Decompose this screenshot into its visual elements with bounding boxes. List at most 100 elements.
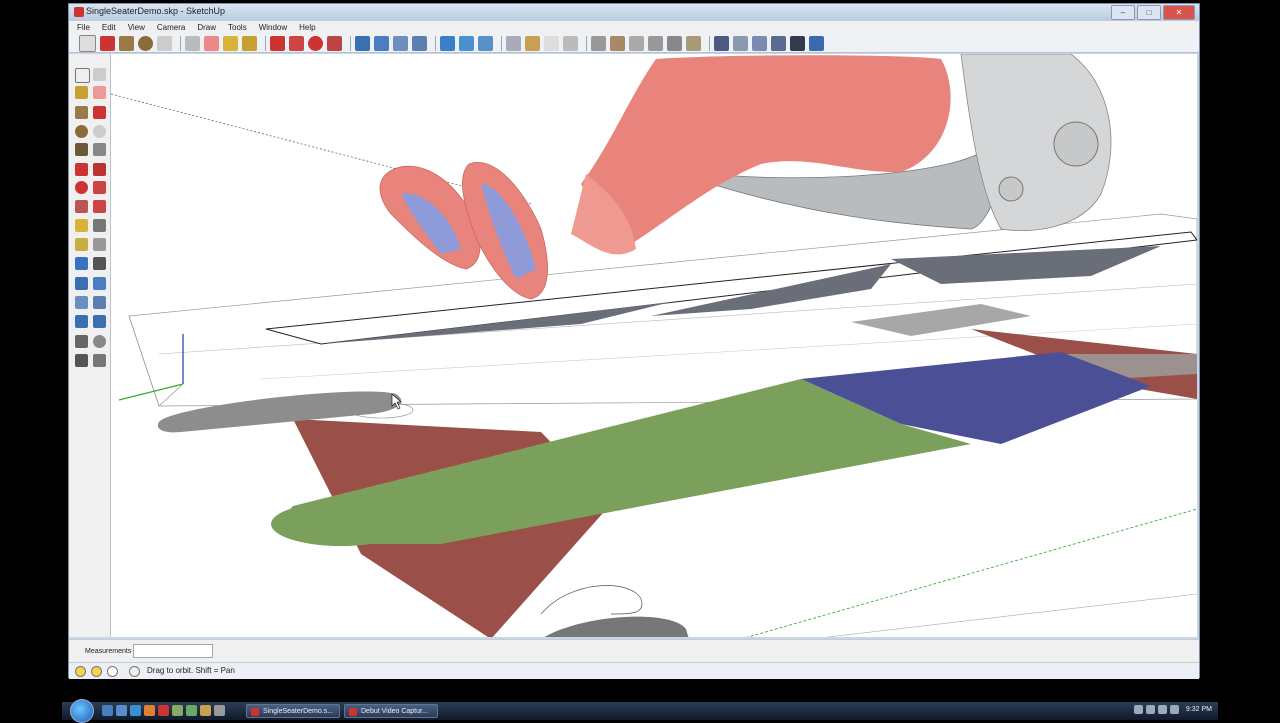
app-quicklaunch-icon[interactable]: [186, 705, 197, 716]
taskbar-item-debut[interactable]: Debut Video Captur...: [344, 704, 438, 718]
taskbar-item-sketchup[interactable]: SingleSeaterDemo.s...: [246, 704, 340, 718]
maximize-button[interactable]: □: [1137, 5, 1161, 20]
push-pull-tool-icon[interactable]: [93, 163, 106, 176]
circle-icon[interactable]: [75, 125, 88, 138]
menu-tools[interactable]: Tools: [228, 23, 247, 32]
select-icon[interactable]: [75, 68, 90, 83]
app-quicklaunch-icon[interactable]: [172, 705, 183, 716]
iso-view-icon[interactable]: [591, 35, 606, 51]
section-plane-icon[interactable]: [93, 354, 106, 367]
georeference-icon[interactable]: [75, 666, 86, 677]
switch-windows-icon[interactable]: [116, 705, 127, 716]
app-quicklaunch-icon[interactable]: [214, 705, 225, 716]
next-view-icon[interactable]: [93, 315, 106, 328]
move-tool-icon[interactable]: [289, 35, 304, 51]
system-clock[interactable]: 9:32 PM: [1186, 706, 1212, 713]
walk-icon[interactable]: [75, 354, 88, 367]
monochrome-icon[interactable]: [790, 35, 805, 51]
rectangle-icon[interactable]: [75, 106, 88, 119]
dimension-icon[interactable]: [93, 219, 106, 232]
close-button[interactable]: ✕: [1163, 5, 1195, 20]
right-view-icon[interactable]: [648, 35, 663, 51]
model-viewport[interactable]: [111, 54, 1197, 637]
paint-icon[interactable]: [75, 86, 88, 99]
arc-icon[interactable]: [93, 125, 106, 138]
paint-bucket-icon[interactable]: [242, 35, 257, 51]
tape-measure-icon[interactable]: [223, 35, 238, 51]
previous-view-icon[interactable]: [75, 315, 88, 328]
menu-edit[interactable]: Edit: [102, 23, 116, 32]
start-button[interactable]: [70, 699, 94, 723]
offset-icon[interactable]: [93, 200, 106, 213]
pan-icon[interactable]: [93, 277, 106, 290]
polygon-icon[interactable]: [75, 143, 88, 156]
freehand-icon[interactable]: [93, 143, 106, 156]
get-models-icon[interactable]: [440, 35, 455, 51]
select-tool-icon[interactable]: [79, 34, 96, 52]
zoom-extents-icon[interactable]: [412, 35, 427, 51]
wireframe-icon[interactable]: [563, 35, 578, 51]
browser-icon[interactable]: [130, 705, 141, 716]
eraser-icon[interactable]: [93, 86, 106, 99]
menu-camera[interactable]: Camera: [157, 23, 185, 32]
line-tool-icon[interactable]: [100, 35, 115, 51]
zoom-window-icon[interactable]: [93, 296, 106, 309]
protractor-icon[interactable]: [75, 238, 88, 251]
front-view-icon[interactable]: [629, 35, 644, 51]
network-icon[interactable]: [1145, 705, 1155, 714]
zoom-tool-icon[interactable]: [393, 35, 408, 51]
axes-icon[interactable]: [75, 257, 88, 270]
pan-tool-icon[interactable]: [374, 35, 389, 51]
3d-scene[interactable]: [111, 54, 1197, 637]
menu-file[interactable]: File: [77, 23, 90, 32]
orbit-icon[interactable]: [75, 277, 88, 290]
rectangle-tool-icon[interactable]: [119, 35, 134, 51]
menu-help[interactable]: Help: [299, 23, 315, 32]
top-view-icon[interactable]: [610, 35, 625, 51]
orbit-tool-icon[interactable]: [355, 35, 370, 51]
display-mode-icon[interactable]: [714, 35, 729, 51]
line-icon[interactable]: [93, 106, 106, 119]
media-icon[interactable]: [144, 705, 155, 716]
measurements-input[interactable]: [133, 644, 213, 658]
offset-tool-icon[interactable]: [327, 35, 342, 51]
volume-icon[interactable]: [1157, 705, 1167, 714]
components-icon[interactable]: [478, 35, 493, 51]
share-model-icon[interactable]: [459, 35, 474, 51]
rotate-icon[interactable]: [75, 181, 88, 194]
app-quicklaunch-icon[interactable]: [200, 705, 211, 716]
zoom-icon[interactable]: [75, 296, 88, 309]
tray-app-icon[interactable]: [1169, 705, 1179, 714]
section-icon[interactable]: [752, 35, 767, 51]
face-style-icon[interactable]: [733, 35, 748, 51]
rotate-tool-icon[interactable]: [308, 35, 323, 51]
scale-icon[interactable]: [75, 200, 88, 213]
hidden-line-icon[interactable]: [506, 35, 521, 51]
follow-me-icon[interactable]: [93, 181, 106, 194]
credits-icon[interactable]: [91, 666, 102, 677]
menu-view[interactable]: View: [128, 23, 145, 32]
shaded-icon[interactable]: [525, 35, 540, 51]
left-view-icon[interactable]: [686, 35, 701, 51]
arc-tool-icon[interactable]: [157, 35, 172, 51]
tape-icon[interactable]: [75, 219, 88, 232]
minimize-button[interactable]: –: [1111, 5, 1135, 20]
menu-window[interactable]: Window: [259, 23, 287, 32]
push-pull-icon[interactable]: [270, 35, 285, 51]
look-around-icon[interactable]: [93, 335, 106, 348]
app-quicklaunch-icon[interactable]: [158, 705, 169, 716]
position-camera-icon[interactable]: [75, 335, 88, 348]
textured-icon[interactable]: [809, 35, 824, 51]
back-view-icon[interactable]: [667, 35, 682, 51]
eraser-tool-icon[interactable]: [204, 35, 219, 51]
circle-tool-icon[interactable]: [138, 35, 153, 51]
make-component-icon[interactable]: [185, 35, 200, 51]
back-edges-icon[interactable]: [771, 35, 786, 51]
menu-draw[interactable]: Draw: [197, 23, 216, 32]
3d-text-icon[interactable]: [93, 257, 106, 270]
tray-arrow-icon[interactable]: [1133, 705, 1143, 714]
text-icon[interactable]: [93, 238, 106, 251]
move-icon[interactable]: [75, 163, 88, 176]
title-bar[interactable]: SingleSeaterDemo.skp - SketchUp – □ ✕: [69, 4, 1199, 21]
xray-icon[interactable]: [544, 35, 559, 51]
